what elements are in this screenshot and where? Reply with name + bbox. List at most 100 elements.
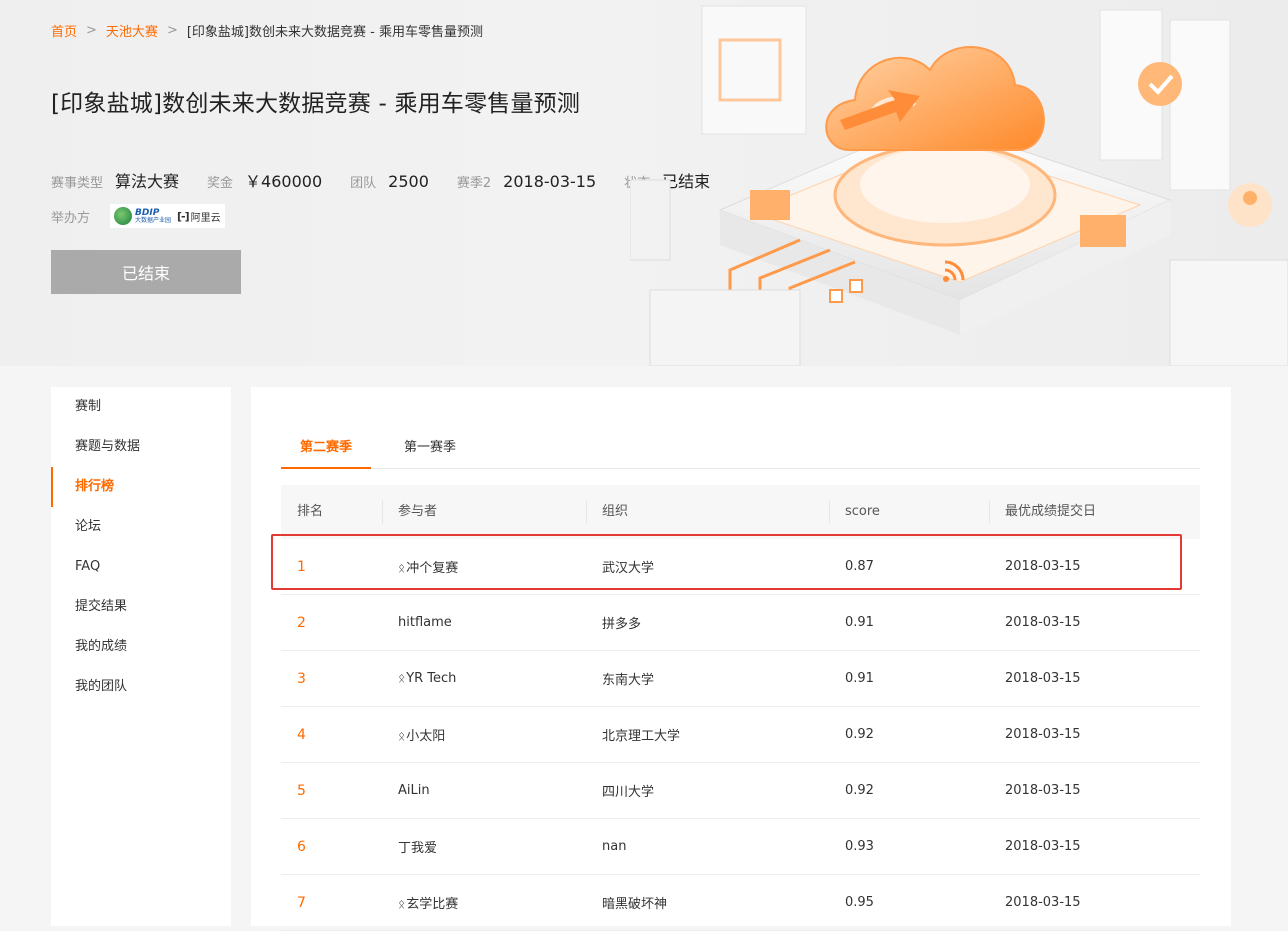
- meta-type-label: 赛事类型: [51, 176, 104, 191]
- date-cell-text: 2018-03-15: [1005, 559, 1081, 574]
- season-tabs: 第二赛季 第一赛季: [281, 429, 1200, 469]
- table-row: 7 ᛟ玄学比赛 暗黑破坏神 0.95 2018-03-15: [281, 875, 1200, 931]
- competition-status-button[interactable]: 已结束: [51, 250, 241, 294]
- score-cell-text: 0.87: [845, 559, 874, 574]
- sidebar-item-my-team[interactable]: 我的团队: [51, 667, 231, 707]
- tab-season-1[interactable]: 第一赛季: [385, 429, 475, 467]
- rank-cell-text: 1: [297, 558, 306, 575]
- score-cell: 0.92: [829, 727, 989, 742]
- date-cell-text: 2018-03-15: [1005, 615, 1081, 630]
- breadcrumb-home-link[interactable]: 首页: [51, 21, 77, 40]
- sidebar-item-my-scores[interactable]: 我的成绩: [51, 627, 231, 667]
- score-cell-text: 0.95: [845, 895, 874, 910]
- column-header-score: score: [829, 485, 989, 539]
- breadcrumb-separator: >: [166, 23, 178, 38]
- rank-cell: 3: [281, 671, 382, 687]
- score-cell: 0.91: [829, 671, 989, 686]
- sidebar-item-leaderboard[interactable]: 排行榜: [51, 467, 231, 507]
- score-cell-text: 0.92: [845, 727, 874, 742]
- participant-cell-text: 小太阳: [406, 729, 446, 744]
- team-icon: ᛟ: [398, 729, 406, 743]
- rank-cell: 6: [281, 839, 382, 855]
- rank-cell: 1: [281, 559, 382, 575]
- score-cell: 0.93: [829, 839, 989, 854]
- organization-cell-text: 武汉大学: [602, 561, 655, 576]
- rank-cell-text: 4: [297, 726, 306, 743]
- organizer: 举办方 BDIP 大数据产业园 [-] 阿里云: [51, 204, 225, 228]
- aliyun-logo: [-] 阿里云: [177, 209, 221, 224]
- participant-cell-text: hitflame: [398, 615, 452, 630]
- organization-cell: 东南大学: [586, 669, 829, 688]
- table-row: 2 hitflame 拼多多 0.91 2018-03-15: [281, 595, 1200, 651]
- table-row: 5 AiLin 四川大学 0.92 2018-03-15: [281, 763, 1200, 819]
- team-icon: ᛟ: [398, 561, 406, 575]
- bdip-logo-subtext: 大数据产业园: [135, 216, 172, 224]
- sidebar-item-rules[interactable]: 赛制: [51, 387, 231, 427]
- bdip-logo: BDIP 大数据产业园: [114, 207, 171, 225]
- organization-cell-text: 东南大学: [602, 673, 655, 688]
- date-cell: 2018-03-15: [989, 727, 1200, 742]
- participant-cell-text: YR Tech: [406, 671, 457, 686]
- sidebar-item-faq[interactable]: FAQ: [51, 547, 231, 587]
- table-body: 1 ᛟ冲个复赛 武汉大学 0.87 2018-03-15 2 hitflame 拼多多 0.91…: [281, 539, 1200, 931]
- score-cell: 0.95: [829, 895, 989, 910]
- column-header-rank: 排名: [297, 504, 324, 519]
- column-header-best-date: 最优成绩提交日: [989, 485, 1200, 539]
- organizer-label: 举办方: [51, 210, 91, 226]
- team-icon: ᛟ: [398, 897, 406, 911]
- rank-cell-text: 7: [297, 894, 306, 911]
- breadcrumb-current: [印象盐城]数创未来大数据竞赛 - 乘用车零售量预测: [186, 25, 483, 40]
- participant-cell[interactable]: hitflame: [382, 615, 586, 630]
- sidebar-nav: 赛制 赛题与数据 排行榜 论坛 FAQ 提交结果 我的成绩 我的团队: [51, 387, 231, 926]
- organization-cell: 拼多多: [586, 613, 829, 632]
- aliyun-mark-icon: [-]: [177, 209, 190, 223]
- participant-cell-text: 冲个复赛: [406, 561, 459, 576]
- meta-type-value: 算法大赛: [115, 172, 180, 191]
- breadcrumb-separator: >: [86, 23, 97, 38]
- rank-cell-text: 6: [297, 838, 306, 855]
- organization-cell: 暗黑破坏神: [586, 893, 829, 912]
- organization-cell: nan: [586, 839, 829, 854]
- score-cell-text: 0.92: [845, 783, 874, 798]
- tab-season-2[interactable]: 第二赛季: [281, 429, 372, 469]
- participant-cell[interactable]: ᛟ冲个复赛: [382, 557, 586, 576]
- organization-cell-text: 四川大学: [602, 785, 655, 800]
- page-title: [印象盐城]数创未来大数据竞赛 - 乘用车零售量预测: [51, 91, 581, 117]
- table-row: 6 丁我爱 nan 0.93 2018-03-15: [281, 819, 1200, 875]
- column-header-organization: 组织: [586, 485, 829, 539]
- score-cell-text: 0.91: [845, 615, 874, 630]
- breadcrumb-category-link[interactable]: 天池大赛: [106, 21, 158, 40]
- organization-cell: 四川大学: [586, 781, 829, 800]
- date-cell-text: 2018-03-15: [1005, 727, 1081, 742]
- score-cell: 0.91: [829, 615, 989, 630]
- column-header-participant: 参与者: [382, 485, 586, 539]
- score-cell-text: 0.93: [845, 839, 874, 854]
- date-cell-text: 2018-03-15: [1005, 671, 1081, 686]
- participant-cell-text: AiLin: [398, 783, 430, 798]
- sidebar-item-submit-results[interactable]: 提交结果: [51, 587, 231, 627]
- participant-cell-text: 丁我爱: [398, 841, 438, 856]
- date-cell-text: 2018-03-15: [1005, 839, 1081, 854]
- leaderboard-table: 排名 参与者 组织 score 最优成绩提交日 1 ᛟ冲个复赛 武汉大学 0.87 20…: [281, 485, 1200, 931]
- breadcrumb: 首页 > 天池大赛 > [印象盐城]数创未来大数据竞赛 - 乘用车零售量预测: [51, 21, 483, 40]
- participant-cell[interactable]: 丁我爱: [382, 837, 586, 856]
- team-icon: ᛟ: [398, 671, 406, 685]
- organization-cell-text: 北京理工大学: [602, 729, 681, 744]
- score-cell-text: 0.91: [845, 671, 874, 686]
- participant-cell[interactable]: ᛟ小太阳: [382, 725, 586, 744]
- rank-cell-text: 3: [297, 670, 306, 687]
- sidebar-item-forum[interactable]: 论坛: [51, 507, 231, 547]
- participant-cell[interactable]: ᛟ玄学比赛: [382, 893, 586, 912]
- sidebar-item-problem-data[interactable]: 赛题与数据: [51, 427, 231, 467]
- organization-cell-text: 拼多多: [602, 617, 642, 632]
- table-row: 3 ᛟYR Tech 东南大学 0.91 2018-03-15: [281, 651, 1200, 707]
- participant-cell[interactable]: ᛟYR Tech: [382, 671, 586, 686]
- score-cell: 0.92: [829, 783, 989, 798]
- meta-prize-value: ￥460000: [245, 172, 323, 191]
- participant-cell[interactable]: AiLin: [382, 783, 586, 798]
- organizer-logos: BDIP 大数据产业园 [-] 阿里云: [110, 204, 225, 228]
- organization-cell: 武汉大学: [586, 557, 829, 576]
- date-cell: 2018-03-15: [989, 615, 1200, 630]
- aliyun-logo-text: 阿里云: [190, 212, 221, 224]
- date-cell: 2018-03-15: [989, 895, 1200, 910]
